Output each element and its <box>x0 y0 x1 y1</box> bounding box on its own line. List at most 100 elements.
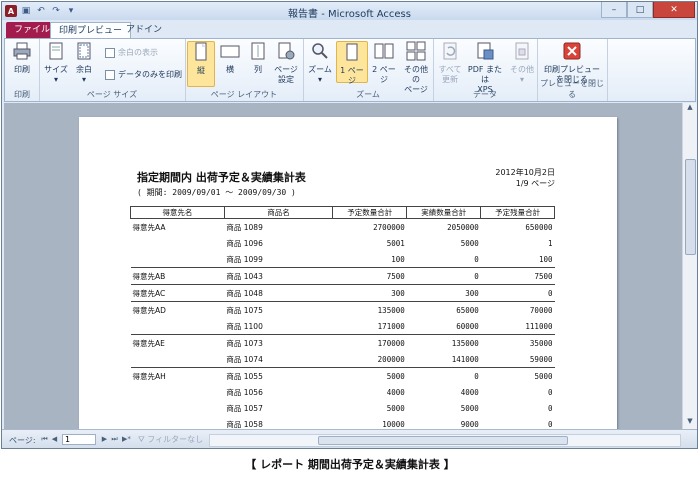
portrait-icon <box>195 42 207 61</box>
scroll-down-icon[interactable]: ▼ <box>683 417 697 429</box>
page-number-input[interactable] <box>62 434 96 445</box>
planned-qty-cell: 4000 <box>386 387 405 397</box>
figure-caption: 【 レポート 期間出荷予定＆実績集計表 】 <box>245 458 455 471</box>
customer-cell <box>131 384 225 400</box>
size-label: サイズ <box>44 65 68 74</box>
page-setup-label-1: ページ <box>274 65 298 74</box>
table-row: 得意先AA 商品 1089 2700000 2050000 650000 <box>130 218 555 235</box>
margin-button[interactable]: 余白 ▾ <box>71 41 97 85</box>
filter-label: フィルターなし <box>147 435 204 444</box>
margin-label: 余白 <box>76 65 92 74</box>
customer-cell: 得意先AC <box>130 284 225 302</box>
scroll-up-icon[interactable]: ▲ <box>683 103 697 115</box>
access-window: A ▣ ↶ ↷ ▾ 報告書 - Microsoft Access – □ ✕ フ… <box>1 1 698 449</box>
report-page: 指定期間内 出荷予定＆実績集計表 2012年10月2日 1/9 ページ ( 期間… <box>79 117 617 429</box>
actual-qty-cell: 2050000 <box>406 218 481 235</box>
maximize-button[interactable]: □ <box>627 2 653 18</box>
remaining-qty-cell: 0 <box>547 403 553 413</box>
horizontal-scrollbar[interactable] <box>209 434 681 447</box>
product-cell: 商品 1096 <box>226 238 263 248</box>
portrait-label: 縦 <box>197 66 205 75</box>
planned-qty-cell: 170000 <box>332 334 407 351</box>
last-page-icon[interactable]: ⏭ <box>110 434 119 444</box>
planned-qty-cell: 10000 <box>382 419 405 429</box>
next-page-icon[interactable]: ▶ <box>100 434 109 444</box>
table-row: 商品 1058 10000 9000 0 <box>131 416 555 429</box>
preview-area[interactable]: 指定期間内 出荷予定＆実績集計表 2012年10月2日 1/9 ページ ( 期間… <box>4 103 682 429</box>
more-pages-button[interactable]: その他の ページ <box>401 41 431 95</box>
two-pages-icon <box>374 43 394 59</box>
actual-qty-cell: 5000 <box>460 238 479 248</box>
record-navigation-bar: ページ: ⏮ ◀ ▶ ⏭ ▶* ⛛ フィルターなし <box>2 429 697 448</box>
two-pages-button[interactable]: 2 ページ <box>369 41 399 85</box>
pdf-xps-button[interactable]: PDF または XPS <box>465 41 505 95</box>
actual-qty-cell: 300 <box>406 284 481 302</box>
group-close-preview-label: プレビューを閉じる <box>540 79 604 99</box>
actual-qty-cell: 141000 <box>451 354 479 364</box>
remaining-qty-cell: 0 <box>547 419 553 429</box>
actual-qty-cell: 135000 <box>406 334 481 351</box>
print-data-only-checkbox[interactable]: データのみを印刷 <box>105 69 182 80</box>
close-preview-icon <box>563 42 581 60</box>
landscape-button[interactable]: 横 <box>217 41 243 75</box>
vertical-scrollbar[interactable]: ▲ ▼ <box>682 103 697 429</box>
header-customer: 得意先名 <box>130 206 225 219</box>
close-button[interactable]: ✕ <box>653 2 695 18</box>
actual-qty-cell: 9000 <box>460 419 479 429</box>
one-page-button[interactable]: 1 ページ <box>336 41 368 85</box>
one-page-label: 1 ページ <box>340 66 364 85</box>
product-cell: 商品 1057 <box>226 403 263 413</box>
report-header-row: 得意先名 商品名 予定数量合計 実績数量合計 予定残量合計 <box>130 206 555 219</box>
ribbon-tabs: ファイル 印刷プレビュー アドイン <box>2 20 697 40</box>
columns-button[interactable]: 列 <box>245 41 271 75</box>
remaining-qty-cell: 650000 <box>480 218 555 235</box>
refresh-all-button[interactable]: すべて 更新 <box>437 41 463 85</box>
more-export-button[interactable]: その他 ▾ <box>509 41 535 85</box>
filter-status[interactable]: ⛛ フィルターなし <box>138 434 203 445</box>
remaining-qty-cell: 0 <box>480 284 555 302</box>
vertical-scroll-thumb[interactable] <box>685 159 696 255</box>
filter-icon: ⛛ <box>138 435 148 444</box>
landscape-label: 横 <box>226 65 234 74</box>
first-page-icon[interactable]: ⏮ <box>40 434 49 444</box>
customer-cell: 得意先AH <box>130 367 225 384</box>
report-period: ( 期間: 2009/09/01 〜 2009/09/30 ) <box>137 188 296 197</box>
pdf-xps-label-1: PDF または <box>467 65 503 84</box>
planned-qty-cell: 5001 <box>386 238 405 248</box>
zoom-button[interactable]: ズーム ▾ <box>307 41 333 85</box>
horizontal-scroll-thumb[interactable] <box>318 436 568 445</box>
table-row: 商品 1096 5001 5000 1 <box>131 235 555 251</box>
prev-page-icon[interactable]: ◀ <box>50 434 59 444</box>
minimize-button[interactable]: – <box>601 2 627 18</box>
actual-qty-cell: 0 <box>474 254 479 264</box>
show-margins-check[interactable] <box>105 47 115 58</box>
group-zoom: ズーム ▾ 1 ページ 2 ページ その他の ページ ズーム <box>303 39 434 101</box>
group-page-size-label: ページ サイズ <box>86 90 138 99</box>
page-setup-icon <box>278 42 295 60</box>
print-data-only-check[interactable] <box>105 69 115 80</box>
title-bar: A ▣ ↶ ↷ ▾ 報告書 - Microsoft Access – □ ✕ <box>2 2 697 20</box>
table-row: 商品 1100 171000 60000 111000 <box>131 318 555 335</box>
planned-qty-cell: 300 <box>332 284 407 302</box>
group-page-layout: 縦 横 列 ページ 設定 ページ レイアウト <box>185 39 304 101</box>
header-remaining-qty: 予定残量合計 <box>480 206 555 219</box>
print-button[interactable]: 印刷 <box>9 41 35 75</box>
window-title: 報告書 - Microsoft Access <box>288 9 411 20</box>
new-record-icon[interactable]: ▶* <box>122 434 131 444</box>
group-print: 印刷 印刷 <box>5 39 40 101</box>
page-setup-label-2: 設定 <box>278 75 294 84</box>
landscape-icon <box>220 45 240 58</box>
portrait-button[interactable]: 縦 <box>187 41 215 87</box>
page-setup-button[interactable]: ページ 設定 <box>273 41 299 85</box>
tab-addin[interactable]: アドイン <box>118 22 170 39</box>
size-button[interactable]: サイズ ▾ <box>43 41 69 85</box>
planned-qty-cell: 200000 <box>377 354 405 364</box>
product-cell: 商品 1099 <box>226 254 263 264</box>
planned-qty-cell: 135000 <box>332 301 407 318</box>
show-margins-checkbox[interactable]: 余白の表示 <box>105 47 158 58</box>
table-row: 商品 1099 100 0 100 <box>131 251 555 268</box>
table-row: 得意先AE 商品 1073 170000 135000 35000 <box>130 334 555 351</box>
print-data-only-label: データのみを印刷 <box>118 70 182 79</box>
remaining-qty-cell: 70000 <box>480 301 555 318</box>
planned-qty-cell: 2700000 <box>332 218 407 235</box>
